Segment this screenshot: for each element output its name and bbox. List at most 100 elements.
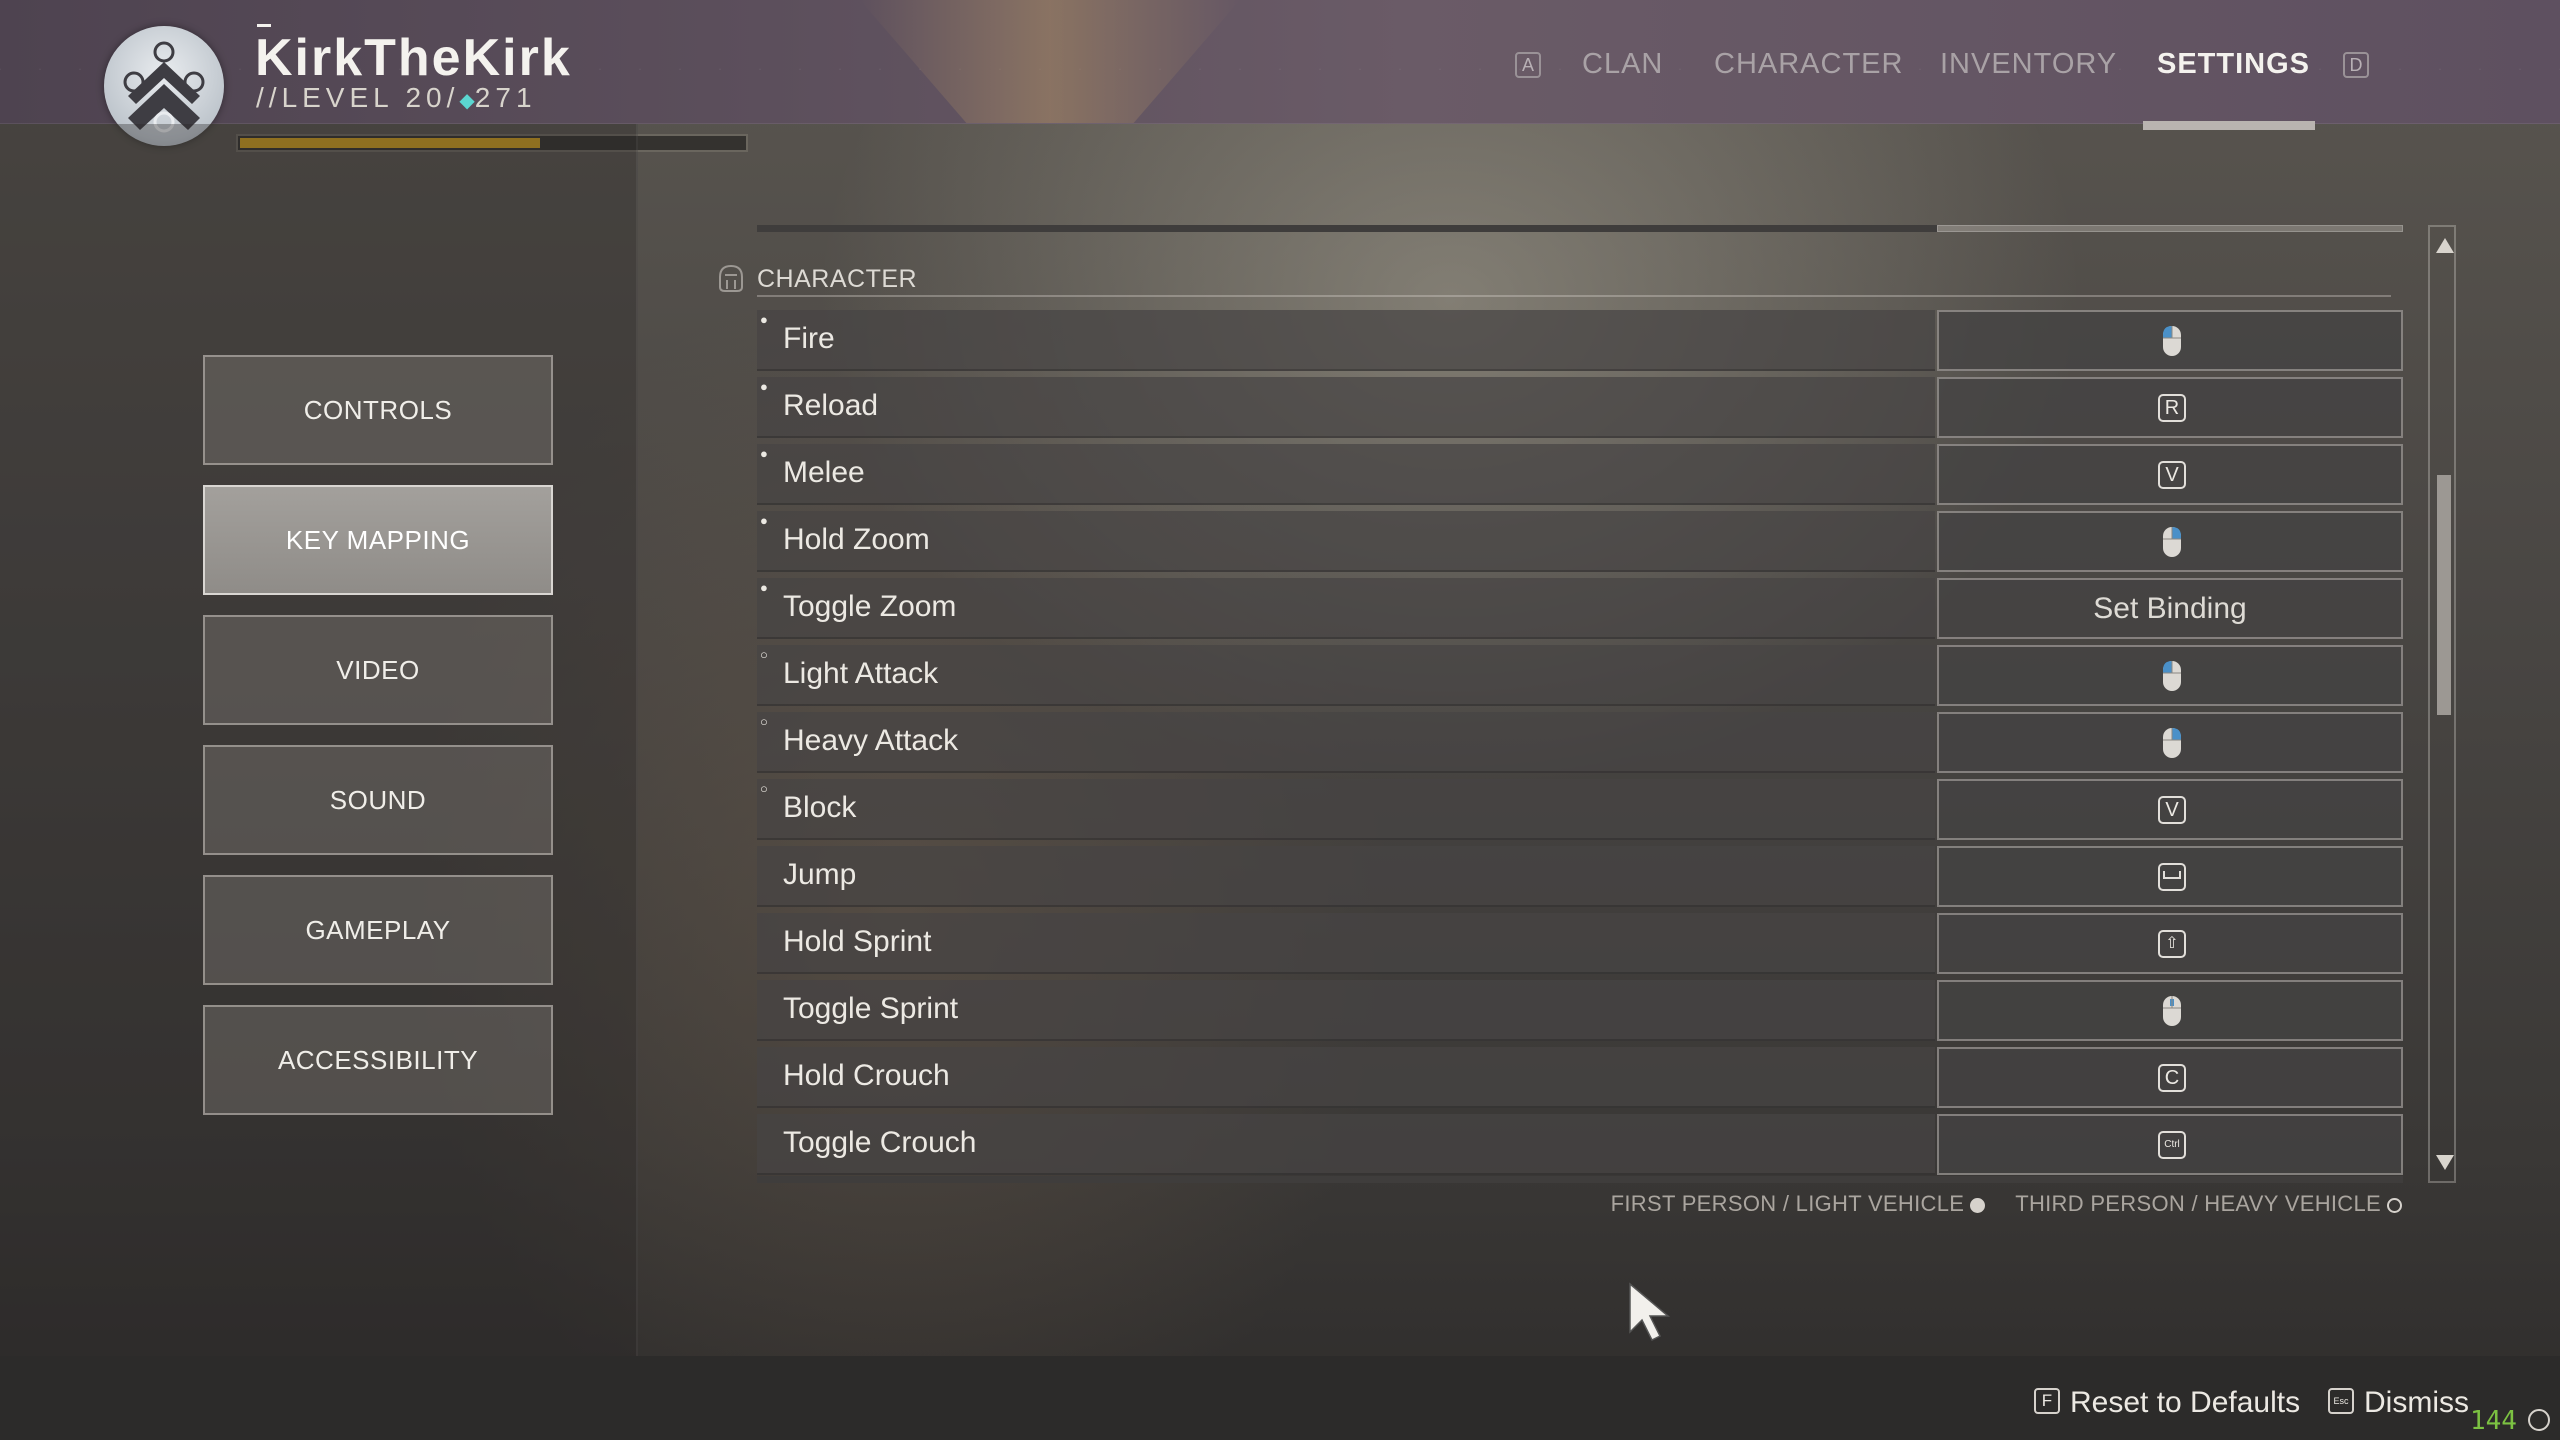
dismiss-label: Dismiss <box>2364 1386 2469 1419</box>
nav-next-key[interactable]: D <box>2343 52 2369 78</box>
shift-key-icon: ⇧ <box>2158 930 2186 958</box>
level-prefix: // <box>256 82 282 113</box>
player-level: //LEVEL 20/◆271 <box>256 82 537 114</box>
binding-button-hold-zoom[interactable] <box>1937 511 2403 572</box>
action-name: Toggle Crouch <box>783 1126 977 1159</box>
binding-row-hold-zoom: Hold Zoom ● <box>757 511 2403 572</box>
v-key-icon: V <box>2158 461 2186 489</box>
action-name: Reload <box>783 389 879 422</box>
sidebar-item-video[interactable]: VIDEO <box>203 615 553 725</box>
action-label-cell: Jump <box>757 846 1935 907</box>
fps-counter: 144 <box>2470 1406 2517 1436</box>
sidebar-item-sound[interactable]: SOUND <box>203 745 553 855</box>
binding-row-reload: Reload ● R <box>757 377 2403 438</box>
list-top-divider <box>757 225 1937 232</box>
action-label-cell: Block ○ <box>757 779 1935 840</box>
left-mouse-icon <box>2163 326 2181 356</box>
binding-row-light-attack: Light Attack ○ <box>757 645 2403 706</box>
action-label-cell: Toggle Zoom ● <box>757 578 1935 639</box>
section-divider <box>757 295 2391 297</box>
right-mouse-icon <box>2163 728 2181 758</box>
tab-clan[interactable]: CLAN <box>1582 48 1663 81</box>
binding-button-hold-sprint[interactable]: ⇧ <box>1937 913 2403 974</box>
hollow-dot-icon: ○ <box>760 714 768 729</box>
binding-row-fire: Fire ● <box>757 310 2403 371</box>
binding-button-hold-crouch[interactable]: C <box>1937 1047 2403 1108</box>
tab-character[interactable]: CHARACTER <box>1714 48 1903 81</box>
filled-dot-icon <box>1970 1197 1986 1213</box>
binding-button-block[interactable]: V <box>1937 779 2403 840</box>
binding-button-jump[interactable] <box>1937 846 2403 907</box>
f-key-icon: F <box>2034 1388 2060 1415</box>
reset-label: Reset to Defaults <box>2070 1386 2301 1419</box>
binding-button-fire[interactable] <box>1937 310 2403 371</box>
action-name: Toggle Sprint <box>783 992 959 1025</box>
scroll-down-arrow-icon[interactable] <box>2436 1155 2454 1170</box>
ctrl-key-icon: Ctrl <box>2158 1131 2186 1159</box>
action-label-cell: Fire ● <box>757 310 1935 371</box>
filled-dot-icon: ● <box>760 446 768 461</box>
binding-button-light-attack[interactable] <box>1937 645 2403 706</box>
action-name: Hold Crouch <box>783 1059 950 1092</box>
dismiss-button[interactable]: Esc Dismiss <box>2328 1386 2469 1420</box>
middle-mouse-icon <box>2163 996 2181 1026</box>
level-text: LEVEL 20/ <box>281 82 460 113</box>
action-name: Hold Sprint <box>783 925 932 958</box>
binding-button-reload[interactable]: R <box>1937 377 2403 438</box>
mouse-cursor-icon <box>1629 1282 1671 1342</box>
action-label-cell: Toggle Crouch <box>757 1114 1935 1175</box>
c-key-icon: C <box>2158 1064 2186 1092</box>
power-level: 271 <box>474 82 537 113</box>
settings-sidebar <box>0 124 638 1356</box>
scrollbar-thumb[interactable] <box>2437 475 2451 715</box>
sidebar-item-accessibility[interactable]: ACCESSIBILITY <box>203 1005 553 1115</box>
reset-to-defaults-button[interactable]: F Reset to Defaults <box>2034 1386 2300 1420</box>
player-name: KirkTheKirk <box>255 29 572 87</box>
tab-inventory[interactable]: INVENTORY <box>1940 48 2117 81</box>
action-label-cell: Toggle Sprint <box>757 980 1935 1041</box>
binding-row-jump: Jump <box>757 846 2403 907</box>
legend-first-person: FIRST PERSON / LIGHT VEHICLE <box>1610 1191 1965 1216</box>
nav-prev-key[interactable]: A <box>1515 52 1541 78</box>
binding-button-toggle-sprint[interactable] <box>1937 980 2403 1041</box>
action-name: Jump <box>783 858 857 891</box>
binding-row-toggle-crouch: Toggle Crouch Ctrl <box>757 1114 2403 1175</box>
binding-row-toggle-zoom: Toggle Zoom ● Set Binding <box>757 578 2403 639</box>
filled-dot-icon: ● <box>760 379 768 394</box>
action-name: Block <box>783 791 857 824</box>
action-name: Heavy Attack <box>783 724 959 757</box>
binding-row-block: Block ○ V <box>757 779 2403 840</box>
hollow-dot-icon: ○ <box>760 647 768 662</box>
action-label-cell: Reload ● <box>757 377 1935 438</box>
action-name: Melee <box>783 456 865 489</box>
list-top-divider-binding <box>1937 225 2403 232</box>
action-label-cell: Hold Zoom ● <box>757 511 1935 572</box>
binding-button-toggle-crouch[interactable]: Ctrl <box>1937 1114 2403 1175</box>
v-key-icon: V <box>2158 796 2186 824</box>
set-binding-label: Set Binding <box>2093 592 2247 625</box>
tab-settings[interactable]: SETTINGS <box>2157 48 2310 81</box>
binding-button-melee[interactable]: V <box>1937 444 2403 505</box>
diamond-icon: ◆ <box>459 90 475 112</box>
sync-icon <box>2528 1409 2550 1431</box>
left-mouse-icon <box>2163 661 2181 691</box>
hollow-dot-icon <box>2387 1197 2402 1213</box>
binding-row-toggle-sprint: Toggle Sprint <box>757 980 2403 1041</box>
scroll-up-arrow-icon[interactable] <box>2436 238 2454 253</box>
binding-button-heavy-attack[interactable] <box>1937 712 2403 773</box>
binding-button-toggle-zoom[interactable]: Set Binding <box>1937 578 2403 639</box>
sidebar-item-gameplay[interactable]: GAMEPLAY <box>203 875 553 985</box>
binding-row-hold-crouch: Hold Crouch C <box>757 1047 2403 1108</box>
right-mouse-icon <box>2163 527 2181 557</box>
action-label-cell: Hold Crouch <box>757 1047 1935 1108</box>
filled-dot-icon: ● <box>760 580 768 595</box>
binding-row-melee: Melee ● V <box>757 444 2403 505</box>
sidebar-item-controls[interactable]: CONTROLS <box>203 355 553 465</box>
r-key-icon: R <box>2158 394 2186 422</box>
name-accent <box>257 24 271 27</box>
helmet-icon <box>719 264 743 292</box>
action-name: Hold Zoom <box>783 523 930 556</box>
action-label-cell: Light Attack ○ <box>757 645 1935 706</box>
filled-dot-icon: ● <box>760 312 768 327</box>
sidebar-item-key-mapping[interactable]: KEY MAPPING <box>203 485 553 595</box>
